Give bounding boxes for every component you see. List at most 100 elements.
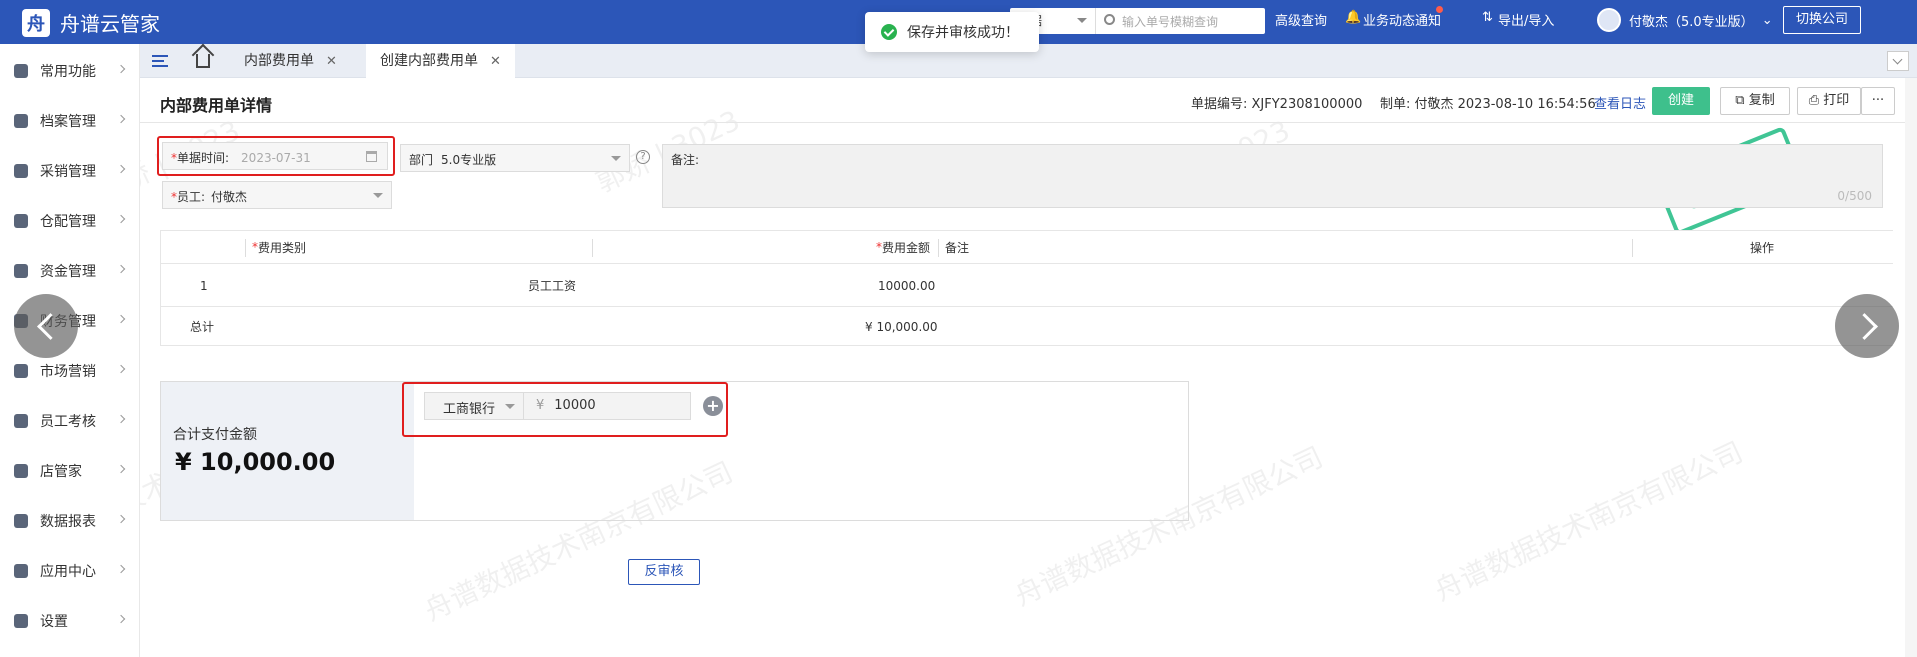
people-icon: [14, 414, 28, 428]
payment-amount-input[interactable]: ¥10000: [524, 392, 691, 420]
sidebar-item-shop-manager[interactable]: 店管家: [0, 446, 140, 496]
tab-dropdown-button[interactable]: [1887, 51, 1909, 71]
switch-company-button[interactable]: 切换公司: [1783, 6, 1862, 34]
row-index: 1: [200, 278, 208, 293]
add-payment-icon[interactable]: +: [703, 396, 723, 416]
chevron-right-icon: [116, 464, 126, 474]
sidebar-item-label: 设置: [40, 614, 68, 630]
sidebar-item-archive[interactable]: 档案管理: [0, 96, 140, 146]
employee-select[interactable]: *员工: 付敬杰: [162, 181, 392, 209]
sort-icon: ⇅: [1482, 10, 1493, 25]
chevron-right-icon: [116, 514, 126, 524]
search-input[interactable]: 输入单号模糊查询: [1095, 8, 1265, 34]
header-label: 费用金额: [882, 240, 931, 255]
close-icon[interactable]: ✕: [326, 54, 337, 69]
header-category: * 费用类别: [252, 231, 306, 263]
warehouse-icon: [14, 214, 28, 228]
user-menu[interactable]: 付敬杰（5.0专业版） ⌄: [1597, 8, 1773, 32]
sidebar-item-staff-review[interactable]: 员工考核: [0, 396, 140, 446]
column-separator: [1632, 239, 1633, 257]
sidebar-item-label: 档案管理: [40, 114, 96, 130]
bank-account-select[interactable]: 工商银行: [424, 392, 524, 420]
tab-create-internal-expense[interactable]: 创建内部费用单 ✕: [366, 44, 515, 78]
table-border: [160, 230, 161, 346]
chevron-right-icon: [116, 564, 126, 574]
payment-total-label: 合计支付金额: [173, 427, 257, 443]
gear-icon: [14, 614, 28, 628]
document-icon: [14, 164, 28, 178]
tab-internal-expense[interactable]: 内部费用单 ✕: [230, 44, 351, 78]
remark-label: 备注:: [671, 153, 700, 167]
department-value: 5.0专业版: [441, 153, 497, 167]
print-button[interactable]: ⎙ 打印: [1797, 87, 1861, 115]
chevron-right-icon: [116, 414, 126, 424]
create-button[interactable]: 创建: [1652, 87, 1710, 115]
more-button[interactable]: ···: [1861, 87, 1895, 115]
sidebar-item-reports[interactable]: 数据报表: [0, 496, 140, 546]
copy-label: 复制: [1748, 93, 1775, 108]
chevron-right-icon: [116, 314, 126, 324]
sidebar-item-label: 常用功能: [40, 64, 96, 80]
grid-icon: [14, 114, 28, 128]
table-row[interactable]: 1 员工工资 10000.00: [160, 265, 1893, 307]
sidebar-item-label: 店管家: [40, 464, 82, 480]
sidebar-item-app-center[interactable]: 应用中心: [0, 546, 140, 596]
document-date-field[interactable]: *单据时间: 2023-07-31: [162, 142, 388, 170]
sidebar-item-funds[interactable]: 资金管理: [0, 246, 140, 296]
chevron-right-icon: [116, 114, 126, 124]
app-logo[interactable]: 舟 舟谱云管家: [22, 8, 160, 37]
sidebar: 常用功能 档案管理 采销管理 仓配管理 资金管理 财务管理 市场营销 员工考核 …: [0, 44, 140, 657]
bell-icon[interactable]: 🔔: [1345, 10, 1361, 25]
document-number: 单据编号: XJFY2308100000: [1191, 97, 1363, 112]
shop-icon: [14, 464, 28, 478]
close-icon[interactable]: ✕: [490, 54, 501, 69]
bar-chart-icon: [14, 514, 28, 528]
view-log-link[interactable]: 查看日志: [1594, 93, 1646, 112]
tab-label: 内部费用单: [244, 53, 314, 69]
menu-collapse-icon[interactable]: [152, 55, 168, 67]
sidebar-item-common[interactable]: 常用功能: [0, 46, 140, 96]
payment-summary: 合计支付金额 ¥ 10,000.00: [161, 382, 414, 520]
total-amount: ¥ 10,000.00: [865, 319, 938, 334]
sidebar-item-warehouse[interactable]: 仓配管理: [0, 196, 140, 246]
toast-message: 保存并审核成功！: [907, 25, 1019, 41]
help-icon[interactable]: ?: [636, 150, 650, 164]
logo-icon: 舟: [22, 8, 50, 37]
column-separator: [245, 239, 246, 257]
chevron-right-icon: [116, 364, 126, 374]
department-select[interactable]: 部门 5.0专业版: [400, 144, 630, 172]
remark-textarea[interactable]: 备注: 0/500: [662, 144, 1883, 208]
unaudit-button[interactable]: 反审核: [628, 559, 700, 585]
sidebar-item-label: 采销管理: [40, 164, 96, 180]
chevron-right-icon: [116, 264, 126, 274]
copy-icon: ⧉: [1735, 93, 1749, 108]
sidebar-item-label: 员工考核: [40, 414, 96, 430]
success-toast: 保存并审核成功！: [865, 12, 1039, 52]
chevron-right-icon: [116, 164, 126, 174]
sidebar-item-purchase-sales[interactable]: 采销管理: [0, 146, 140, 196]
copy-button[interactable]: ⧉ 复制: [1720, 87, 1790, 115]
scrollbar[interactable]: [1905, 78, 1917, 657]
calendar-icon: [366, 151, 377, 162]
department-label: 部门: [409, 153, 434, 167]
notification-dot: [1436, 6, 1443, 13]
employee-label: 员工:: [177, 190, 206, 204]
top-search: 单据 输入单号模糊查询: [1010, 8, 1265, 34]
common-icon: [14, 64, 28, 78]
advanced-search-link[interactable]: 高级查询: [1275, 10, 1327, 29]
user-name: 付敬杰（5.0专业版）: [1629, 14, 1754, 30]
import-export-link[interactable]: 导出/导入: [1498, 10, 1554, 29]
home-icon[interactable]: [196, 54, 210, 68]
row-category: 员工工资: [528, 279, 577, 293]
bank-name: 工商银行: [443, 402, 496, 417]
column-separator: [938, 239, 939, 257]
sidebar-item-marketing[interactable]: 市场营销: [0, 346, 140, 396]
sidebar-item-settings[interactable]: 设置: [0, 596, 140, 646]
business-notifications[interactable]: 业务动态通知: [1363, 10, 1441, 29]
created-by: 制单: 付敬杰 2023-08-10 16:54:56: [1380, 97, 1596, 112]
sidebar-item-label: 资金管理: [40, 264, 96, 280]
divider: [140, 122, 1917, 123]
next-arrow-icon[interactable]: [1835, 294, 1899, 358]
chevron-right-icon: [116, 64, 126, 74]
previous-arrow-icon[interactable]: [14, 294, 78, 358]
